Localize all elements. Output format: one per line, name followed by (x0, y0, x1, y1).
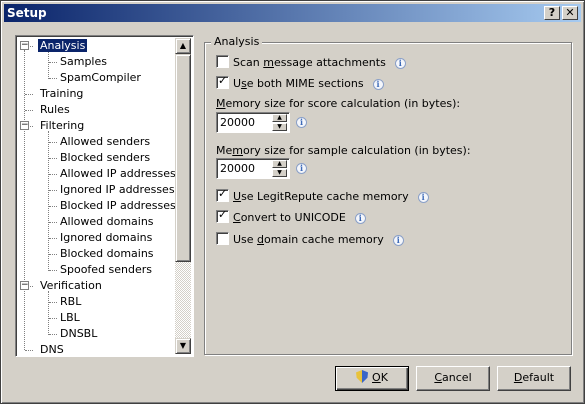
collapse-icon[interactable]: − (20, 121, 29, 130)
checkmark: ✓ (218, 208, 228, 221)
tree-items: Analysis − Samples SpamCompiler Training Rule… (18, 38, 177, 354)
tree-connector (49, 142, 57, 143)
analysis-group: Analysis Scan message attachments i ✓ Use … (204, 35, 572, 355)
group-title: Analysis (211, 35, 263, 49)
cancel-button[interactable]: Cancel (416, 366, 490, 391)
spin-down-icon[interactable]: ▼ (272, 123, 287, 131)
tree-connector (49, 254, 57, 255)
tree-connector (49, 206, 57, 207)
tree-item[interactable]: LBL (58, 310, 82, 326)
spin-down-icon[interactable]: ▼ (272, 169, 287, 177)
tree-item[interactable]: DNS (38, 342, 66, 354)
score-size-label: Memory size for score calculation (in by… (216, 97, 461, 110)
tree-item[interactable]: Allowed domains (58, 214, 156, 230)
title-bar[interactable]: Setup ? ✕ (4, 4, 581, 22)
tree-connector (49, 78, 57, 79)
checkmark: ✓ (218, 187, 228, 200)
tree-connector (48, 51, 49, 79)
window-title: Setup (7, 6, 47, 20)
info-icon[interactable]: i (296, 117, 307, 128)
tree-item[interactable]: Samples (58, 54, 109, 70)
tree-connector (25, 350, 33, 351)
tree-item[interactable]: Analysis (36, 38, 89, 54)
info-icon[interactable]: i (417, 192, 429, 203)
tree-item[interactable]: Blocked domains (58, 246, 156, 262)
default-button[interactable]: Default (497, 366, 571, 391)
tree-connector (49, 302, 57, 303)
tree-connector (49, 334, 57, 335)
shield-icon (356, 370, 369, 383)
scroll-up-icon[interactable]: ▲ (175, 38, 191, 54)
ok-button[interactable]: OK (335, 366, 409, 391)
info-icon[interactable]: i (296, 163, 307, 174)
checkmark: ✓ (218, 74, 228, 87)
tree-connector (48, 131, 49, 271)
scroll-thumb[interactable] (175, 54, 191, 262)
sample-size-spinner[interactable]: ▲ ▼ (216, 158, 290, 179)
tree-item[interactable]: RBL (58, 294, 83, 310)
tree-item[interactable]: Allowed senders (58, 134, 152, 150)
tree-item[interactable]: Spoofed senders (58, 262, 154, 278)
tree-connector (49, 318, 57, 319)
tree-connector (48, 291, 49, 335)
tree-item[interactable]: Blocked senders (58, 150, 152, 166)
unicode-checkbox[interactable]: ✓ Convert to UNICODE i (216, 208, 366, 226)
spin-up-icon[interactable]: ▲ (272, 114, 287, 122)
tree-connector (49, 222, 57, 223)
setup-dialog: Setup ? ✕ Analysis − Samples SpamCompiler Tr… (0, 0, 585, 404)
tree-connector (25, 110, 33, 111)
info-icon[interactable]: i (354, 213, 366, 224)
tree-item[interactable]: SpamCompiler (58, 70, 143, 86)
use-mime-checkbox[interactable]: ✓ Use both MIME sections i (216, 74, 384, 92)
tree-item[interactable]: Verification (38, 278, 104, 294)
tree-item[interactable]: Blocked IP addresses (58, 198, 177, 214)
info-icon[interactable]: i (392, 235, 404, 246)
tree-item[interactable]: Ignored domains (58, 230, 154, 246)
scroll-down-icon[interactable]: ▼ (175, 338, 191, 354)
tree-connector (49, 270, 57, 271)
tree-scrollbar[interactable]: ▲ ▼ (175, 38, 191, 354)
sample-size-label: Memory size for sample calculation (in b… (216, 144, 471, 157)
collapse-icon[interactable]: − (20, 281, 29, 290)
tree-item[interactable]: Filtering (38, 118, 86, 134)
collapse-icon[interactable]: − (20, 41, 29, 50)
help-button[interactable]: ? (544, 6, 560, 20)
tree-item[interactable]: Rules (38, 102, 72, 118)
tree-connector (49, 174, 57, 175)
settings-tree[interactable]: Analysis − Samples SpamCompiler Training Rule… (15, 35, 194, 357)
tree-item[interactable]: Training (38, 86, 85, 102)
info-icon[interactable]: i (394, 58, 406, 69)
score-size-spinner[interactable]: ▲ ▼ (216, 112, 290, 133)
close-button[interactable]: ✕ (562, 6, 578, 20)
info-icon[interactable]: i (372, 79, 384, 90)
score-size-input[interactable] (220, 115, 272, 130)
tree-connector (49, 158, 57, 159)
tree-item[interactable]: DNSBL (58, 326, 99, 342)
tree-connector (25, 94, 33, 95)
tree-connector (49, 190, 57, 191)
legitrepute-checkbox[interactable]: ✓ Use LegitRepute cache memory i (216, 187, 429, 205)
tree-item[interactable]: Ignored IP addresses (58, 182, 177, 198)
sample-size-input[interactable] (220, 161, 272, 176)
tree-connector (24, 50, 25, 350)
tree-connector (49, 62, 57, 63)
tree-connector (49, 238, 57, 239)
domain-cache-checkbox[interactable]: Use domain cache memory i (216, 232, 404, 248)
tree-item[interactable]: Allowed IP addresses (58, 166, 177, 182)
scan-attachments-checkbox[interactable]: Scan message attachments i (216, 55, 406, 71)
spin-up-icon[interactable]: ▲ (272, 160, 287, 168)
